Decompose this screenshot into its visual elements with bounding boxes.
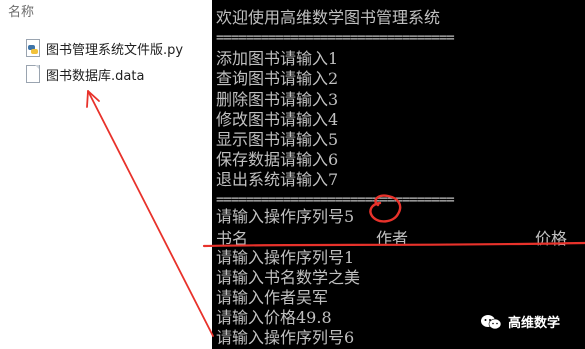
output-line: 请输入操作序列号6 [216,328,355,347]
menu-line: 保存数据请输入6 [216,150,339,169]
output-line: 请输入价格49.8 [216,308,332,327]
table-header-author: 作者 [376,229,409,248]
menu-line: 修改图书请输入4 [216,110,339,129]
menu-line: 添加图书请输入1 [216,49,339,68]
watermark-text: 高维数学 [508,316,561,331]
file-name: 图书管理系统文件版.py [46,42,184,58]
menu-line: 删除图书请输入3 [216,90,339,109]
console-window[interactable]: 欢迎使用高维数学图书管理系统 =========================… [212,0,585,349]
python-file-icon [24,39,40,57]
output-line: 请输入操作序列号1 [216,248,355,267]
column-header-name[interactable]: 名称 [8,1,34,20]
file-item-data[interactable]: 图书数据库.data [24,63,144,85]
data-file-icon [24,65,40,83]
console-title-line: 欢迎使用高维数学图书管理系统 [216,8,441,27]
output-line: 请输入作者吴军 [216,288,329,307]
menu-line: 显示图书请输入5 [216,130,339,149]
file-name: 图书数据库.data [46,68,145,84]
menu-line: 退出系统请输入7 [216,170,339,189]
wechat-icon [481,314,502,329]
watermark: 高维数学 [480,312,560,331]
file-item-py[interactable]: 图书管理系统文件版.py [24,37,183,59]
table-header-price: 价格 [535,229,568,248]
menu-line: 查询图书请输入2 [216,69,339,88]
console-separator: ================================ [216,30,455,46]
table-header-name: 书名 [216,229,249,248]
prompt-line: 请输入操作序列号5 [216,207,355,226]
output-line: 请输入书名数学之美 [216,268,361,287]
file-explorer-pane: 名称 图书管理系统文件版.py 图书数据库.data [0,0,212,349]
